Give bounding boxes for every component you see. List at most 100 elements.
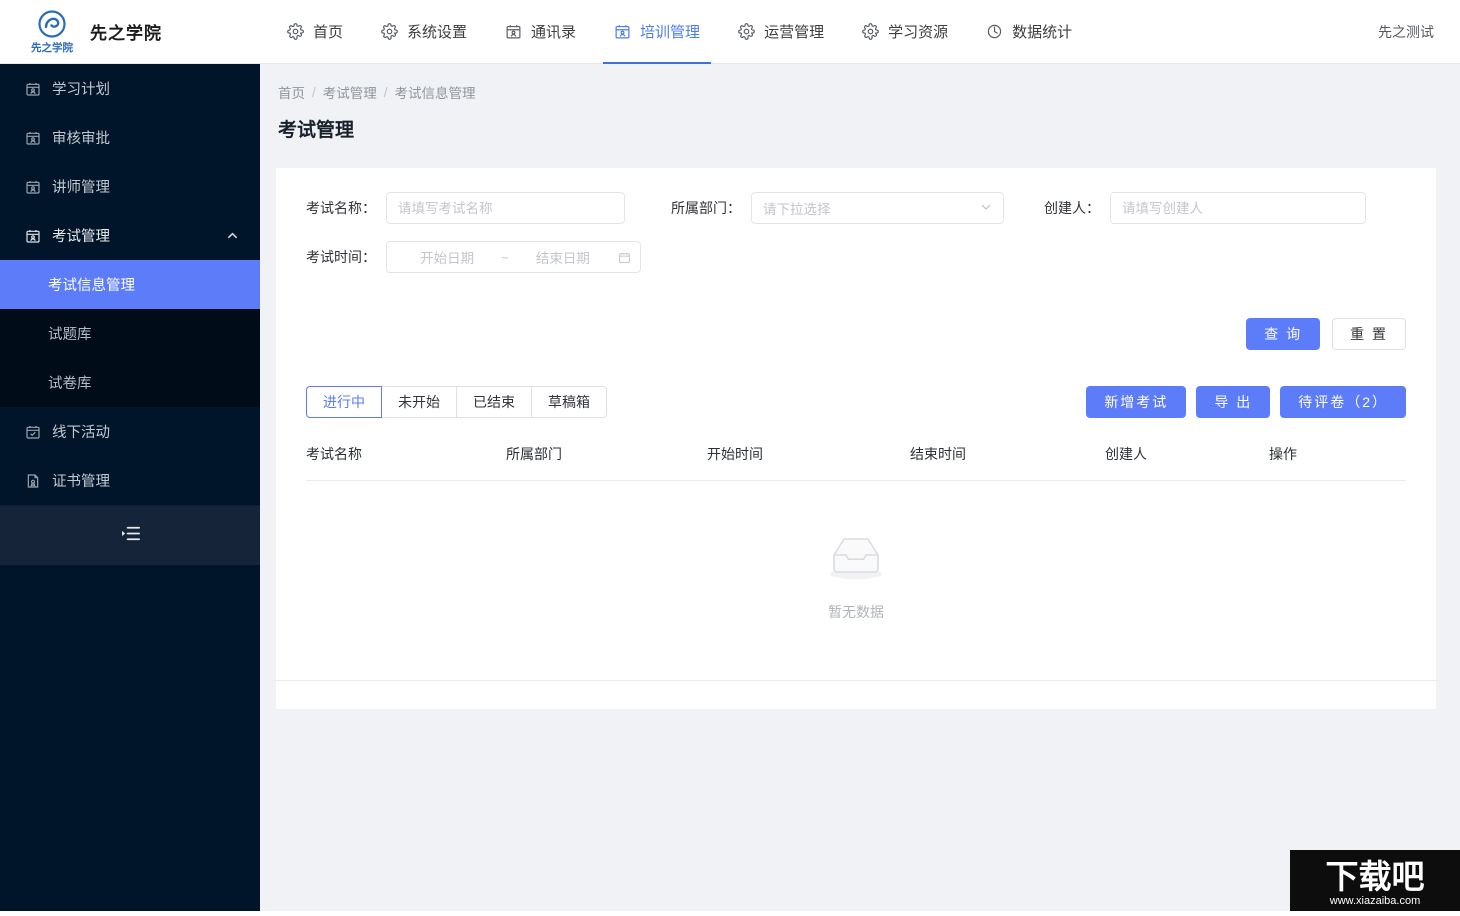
department-select-placeholder: 请下拉选择 (763, 198, 831, 218)
sidebar-subitem-exam-info-management[interactable]: 考试信息管理 (0, 260, 260, 309)
nav-item-system-settings[interactable]: 系统设置 (362, 0, 486, 64)
calendar-check-icon (24, 423, 41, 440)
column-header-creator: 创建人 (1105, 444, 1269, 464)
field-label: 所属部门： (671, 198, 741, 218)
logo-icon: 先之学院 (26, 9, 78, 55)
nav-item-data-statistics[interactable]: 数据统计 (967, 0, 1091, 64)
column-header-end-time: 结束时间 (910, 444, 1105, 464)
field-exam-name: 考试名称： (306, 192, 625, 224)
breadcrumb: 首页 / 考试管理 / 考试信息管理 (260, 64, 1460, 102)
calendar-user-icon (24, 178, 41, 195)
calendar-user-icon (505, 23, 522, 40)
nav-item-training-management[interactable]: 培训管理 (595, 0, 719, 64)
calendar-icon (618, 251, 631, 264)
main-nav: 首页 系统设置 通讯录 (268, 0, 1091, 64)
pending-grading-button[interactable]: 待评卷（2） (1280, 386, 1406, 418)
sidebar-subitem-label: 考试信息管理 (48, 274, 135, 295)
nav-item-learning-resources[interactable]: 学习资源 (843, 0, 967, 64)
calendar-user-icon (614, 23, 631, 40)
sidebar-item-label: 考试管理 (52, 225, 110, 246)
sidebar-item-label: 审核审批 (52, 127, 110, 148)
add-exam-button[interactable]: 新增考试 (1086, 386, 1186, 418)
pie-clock-icon (986, 23, 1003, 40)
brand[interactable]: 先之学院 先之学院 (0, 0, 260, 64)
list-actions: 新增考试 导 出 待评卷（2） (1086, 386, 1406, 418)
reset-button[interactable]: 重 置 (1332, 318, 1406, 350)
exam-name-input[interactable] (386, 192, 625, 224)
nav-item-operations-management[interactable]: 运营管理 (719, 0, 843, 64)
calendar-user-icon (24, 227, 41, 244)
calendar-user-icon (24, 80, 41, 97)
breadcrumb-separator: / (384, 85, 388, 100)
tab-ended[interactable]: 已结束 (457, 386, 532, 418)
sidebar-item-offline-activity[interactable]: 线下活动 (0, 407, 260, 456)
sidebar-item-label: 学习计划 (52, 78, 110, 99)
export-button[interactable]: 导 出 (1196, 386, 1270, 418)
nav-label: 培训管理 (640, 21, 700, 42)
breadcrumb-item-home[interactable]: 首页 (278, 82, 305, 102)
search-form-row-2: 考试时间： 开始日期 ~ 结束日期 (306, 241, 1406, 273)
menu-fold-icon (119, 522, 142, 550)
sidebar-submenu-exam-management: 考试信息管理 试题库 试卷库 (0, 260, 260, 407)
exam-table: 考试名称 所属部门 开始时间 结束时间 创建人 操作 暂无数据 (306, 444, 1406, 681)
sidebar-item-instructor-management[interactable]: 讲师管理 (0, 162, 260, 211)
chevron-down-icon (980, 201, 992, 216)
nav-item-home[interactable]: 首页 (268, 0, 362, 64)
empty-state-text: 暂无数据 (828, 602, 884, 622)
field-label: 创建人： (1044, 198, 1100, 218)
list-toolbar: 进行中 未开始 已结束 草稿箱 新增考试 导 出 待评卷（2） (306, 386, 1406, 418)
tab-drafts[interactable]: 草稿箱 (532, 386, 607, 418)
creator-input[interactable] (1110, 192, 1366, 224)
search-actions: 查 询 重 置 (306, 318, 1406, 350)
sidebar-subitem-paper-bank[interactable]: 试卷库 (0, 358, 260, 407)
certificate-icon (24, 472, 41, 489)
nav-label: 系统设置 (407, 21, 467, 42)
column-header-operations: 操作 (1269, 444, 1389, 464)
sidebar-item-certificate-management[interactable]: 证书管理 (0, 456, 260, 505)
svg-text:先之学院: 先之学院 (31, 41, 73, 54)
field-label: 考试名称： (306, 198, 376, 218)
status-tabs: 进行中 未开始 已结束 草稿箱 (306, 386, 607, 418)
department-select[interactable]: 请下拉选择 (751, 192, 1004, 224)
content-card: 考试名称： 所属部门： 请下拉选择 创建人： (276, 168, 1436, 709)
gear-icon (381, 23, 398, 40)
breadcrumb-separator: / (312, 85, 316, 100)
sidebar-item-exam-management[interactable]: 考试管理 (0, 211, 260, 260)
breadcrumb-item-exam-management[interactable]: 考试管理 (323, 82, 377, 102)
end-date-placeholder: 结束日期 (512, 247, 614, 267)
field-department: 所属部门： 请下拉选择 (671, 192, 1004, 224)
sidebar-collapse-button[interactable] (0, 505, 260, 565)
date-range-separator: ~ (498, 250, 512, 265)
tab-in-progress[interactable]: 进行中 (306, 386, 382, 418)
top-bar: 先之学院 先之学院 首页 系统设置 (0, 0, 1460, 64)
table-footer-divider (276, 680, 1436, 681)
nav-label: 运营管理 (764, 21, 824, 42)
main-content: 首页 / 考试管理 / 考试信息管理 考试管理 考试名称： 所属部门： 请下拉选… (260, 64, 1460, 911)
tab-not-started[interactable]: 未开始 (382, 386, 457, 418)
calendar-user-icon (24, 129, 41, 146)
field-creator: 创建人： (1044, 192, 1366, 224)
user-name[interactable]: 先之测试 (1378, 22, 1434, 42)
column-header-start-time: 开始时间 (707, 444, 910, 464)
column-header-department: 所属部门 (506, 444, 707, 464)
page-title: 考试管理 (260, 102, 1460, 142)
nav-item-contacts[interactable]: 通讯录 (486, 0, 595, 64)
search-form-row-1: 考试名称： 所属部门： 请下拉选择 创建人： (306, 192, 1406, 224)
sidebar-item-review-approval[interactable]: 审核审批 (0, 113, 260, 162)
brand-name: 先之学院 (90, 19, 162, 44)
column-header-exam-name: 考试名称 (306, 444, 506, 464)
nav-label: 数据统计 (1012, 21, 1072, 42)
sidebar-subitem-question-bank[interactable]: 试题库 (0, 309, 260, 358)
chevron-up-icon[interactable] (226, 230, 238, 242)
sidebar-item-label: 讲师管理 (52, 176, 110, 197)
sidebar-item-study-plan[interactable]: 学习计划 (0, 64, 260, 113)
nav-label: 学习资源 (888, 21, 948, 42)
sidebar-subitem-label: 试题库 (48, 323, 92, 344)
nav-label: 通讯录 (531, 21, 576, 42)
gear-icon (738, 23, 755, 40)
sidebar-item-label: 证书管理 (52, 470, 110, 491)
exam-time-range-picker[interactable]: 开始日期 ~ 结束日期 (386, 241, 641, 273)
field-label: 考试时间： (306, 247, 376, 267)
gear-icon (287, 23, 304, 40)
query-button[interactable]: 查 询 (1246, 318, 1320, 350)
